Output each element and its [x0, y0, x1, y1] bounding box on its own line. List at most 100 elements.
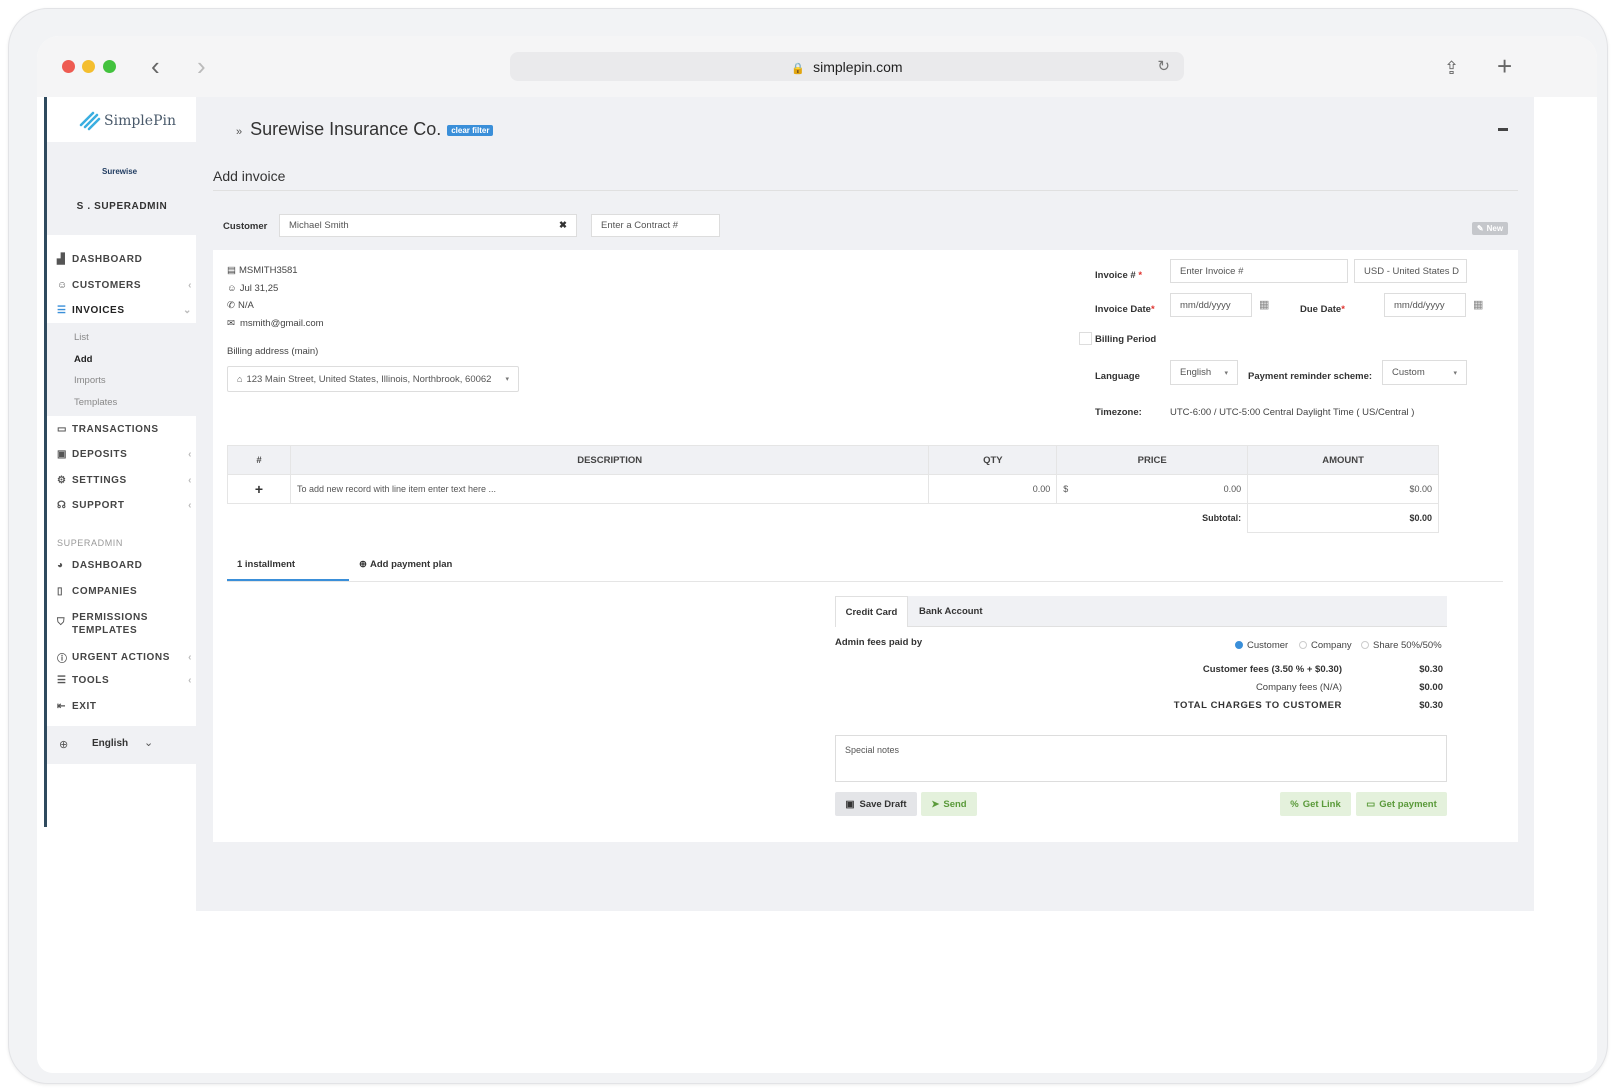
main-content: » Surewise Insurance Co. clear filter ▬ Ad… — [213, 97, 1518, 842]
alert-icon: ⓘ — [57, 654, 68, 665]
nav-dashboard[interactable]: ▟ DASHBOARD — [57, 254, 192, 265]
save-draft-label: Save Draft — [859, 798, 907, 810]
fee-option-customer[interactable]: Customer — [1235, 640, 1288, 651]
nav-support[interactable]: ☊ SUPPORT ‹ — [57, 500, 192, 511]
get-payment-button[interactable]: ▭ Get payment — [1356, 792, 1447, 816]
language-selector[interactable]: ⊕ English ⌄ — [47, 726, 196, 764]
nav-exit[interactable]: ⇤ EXIT — [57, 701, 192, 712]
fee-option-label: Customer — [1247, 640, 1289, 651]
chevron-left-icon: ‹ — [188, 675, 192, 686]
subtotal-row: Subtotal: $0.00 — [228, 503, 1439, 533]
radio-selected — [1235, 641, 1243, 650]
customer-input[interactable]: Michael Smith ✖ — [279, 214, 577, 237]
subtotal-value: $0.00 — [1247, 503, 1439, 533]
sub-list[interactable]: List — [74, 332, 89, 343]
invoice-number-input[interactable]: Enter Invoice # — [1170, 259, 1348, 283]
timezone-value: UTC-6:00 / UTC-5:00 Central Daylight Tim… — [1170, 407, 1415, 418]
user-panel: Surewise S . SUPERADMIN — [47, 142, 196, 235]
sub-templates[interactable]: Templates — [74, 397, 117, 408]
nav-customers[interactable]: ☺ CUSTOMERS ‹ — [57, 280, 192, 291]
invoice-number-label: Invoice # * — [1095, 270, 1143, 281]
get-link-label: Get Link — [1302, 798, 1341, 810]
nav-urgent-actions[interactable]: ⓘ URGENT ACTIONS ‹ — [57, 650, 192, 665]
table-header-row: # DESCRIPTION QTY PRICE AMOUNT — [227, 445, 1439, 475]
forward-icon[interactable]: › — [197, 52, 206, 80]
link-icon: % — [1290, 798, 1299, 810]
new-button[interactable]: ✎ New — [1472, 222, 1508, 235]
nav-label-line: TEMPLATES — [72, 625, 138, 636]
simplepin-logo-icon — [79, 111, 101, 131]
save-draft-button[interactable]: ▣ Save Draft — [835, 792, 917, 816]
invoice-date-input[interactable]: mm/dd/yyyy — [1170, 293, 1252, 317]
maximize-window-button[interactable] — [103, 60, 116, 73]
send-icon: ➤ — [931, 798, 940, 810]
nav-settings[interactable]: ⚙ SETTINGS ‹ — [57, 475, 192, 486]
currency-select[interactable]: USD - United States D — [1354, 259, 1467, 283]
amount-cell: $0.00 — [1247, 474, 1439, 504]
minimize-window-button[interactable] — [82, 60, 95, 73]
reload-icon[interactable]: ↻ — [1157, 57, 1170, 75]
nav-deposits[interactable]: ▣ DEPOSITS ‹ — [57, 449, 192, 460]
invoice-language-value: English — [1180, 367, 1212, 378]
floppy-icon: ▣ — [845, 798, 855, 810]
invoice-language-select[interactable]: English ▾ — [1170, 360, 1238, 385]
clear-filter-button[interactable]: clear filter — [447, 124, 494, 136]
invoice-number-label-text: Invoice # — [1095, 270, 1136, 281]
nav-companies[interactable]: ▯ COMPANIES — [57, 586, 192, 597]
chart-icon: ▟ — [57, 254, 66, 265]
sub-add[interactable]: Add — [74, 354, 92, 365]
brand-logo[interactable]: SimplePin — [47, 97, 196, 142]
billing-period-checkbox[interactable] — [1079, 332, 1092, 345]
invoice-date-placeholder: mm/dd/yyyy — [1180, 299, 1231, 311]
invoice-date-label: Invoice Date* — [1095, 304, 1155, 315]
divider — [213, 190, 1518, 191]
headset-icon: ☊ — [57, 500, 67, 511]
back-icon[interactable]: ‹ — [151, 52, 160, 80]
description-input[interactable]: To add new record with line item enter t… — [289, 474, 930, 504]
nav-label: DEPOSITS — [72, 449, 128, 460]
add-payment-plan-button[interactable]: ⊕ Add payment plan — [359, 559, 452, 570]
due-date-input[interactable]: mm/dd/yyyy — [1384, 293, 1466, 317]
fee-option-company[interactable]: Company — [1299, 640, 1352, 651]
clear-icon[interactable]: ✖ — [559, 220, 567, 231]
close-window-button[interactable] — [62, 60, 75, 73]
customer-date: ☺ Jul 31,25 — [227, 283, 278, 294]
price-input[interactable]: $0.00 — [1056, 474, 1249, 504]
brand-name: SimplePin — [104, 113, 176, 129]
nav-permissions-templates[interactable]: ⛉ PERMISSIONS TEMPLATES — [57, 611, 192, 637]
billing-period-label: Billing Period — [1095, 334, 1157, 345]
invoice-panel: Customer Michael Smith ✖ Enter a Contract… — [213, 202, 1518, 842]
company-logo: Surewise — [102, 167, 138, 176]
contract-input[interactable]: Enter a Contract # — [591, 214, 720, 237]
nav-sa-dashboard[interactable]: ◕ DASHBOARD — [57, 560, 192, 571]
nav-label: TOOLS — [72, 675, 110, 686]
new-tab-icon[interactable]: + — [1497, 52, 1512, 80]
nav-label: SUPPORT — [72, 500, 125, 511]
menu-icon[interactable]: ▬ — [1498, 123, 1508, 134]
language-label: English — [92, 738, 129, 749]
qty-input[interactable]: 0.00 — [928, 474, 1058, 504]
customer-email-text: msmith@gmail.com — [239, 318, 324, 329]
fee-option-share[interactable]: Share 50%/50% — [1361, 640, 1442, 651]
url-text: simplepin.com — [813, 59, 903, 75]
add-row-button[interactable]: + — [227, 474, 291, 504]
special-notes-input[interactable]: Special notes — [835, 735, 1447, 782]
address-bar[interactable]: 🔒 simplepin.com ↻ — [510, 52, 1184, 81]
share-icon[interactable]: ⇪ — [1444, 54, 1459, 82]
billing-address-select[interactable]: ⌂ 123 Main Street, United States, Illinoi… — [227, 366, 519, 392]
get-link-button[interactable]: % Get Link — [1280, 792, 1351, 816]
tab-bank-account[interactable]: Bank Account — [919, 606, 983, 617]
calendar-icon[interactable]: ▦ — [1259, 298, 1269, 311]
sub-imports[interactable]: Imports — [74, 375, 106, 386]
subtotal-label: Subtotal: — [1202, 513, 1242, 524]
chevron-left-icon: ‹ — [188, 500, 192, 511]
calendar-icon[interactable]: ▦ — [1473, 298, 1483, 311]
nav-invoices[interactable]: ☰ INVOICES ⌄ — [57, 305, 192, 316]
customer-id-text: MSMITH3581 — [238, 265, 298, 276]
reminder-select[interactable]: Custom ▾ — [1382, 360, 1467, 385]
tab-installment[interactable]: 1 installment — [227, 559, 349, 581]
tab-credit-card[interactable]: Credit Card — [835, 596, 908, 627]
send-button[interactable]: ➤ Send — [921, 792, 977, 816]
nav-tools[interactable]: ☰ TOOLS ‹ — [57, 675, 192, 686]
nav-transactions[interactable]: ▭ TRANSACTIONS — [57, 424, 192, 435]
